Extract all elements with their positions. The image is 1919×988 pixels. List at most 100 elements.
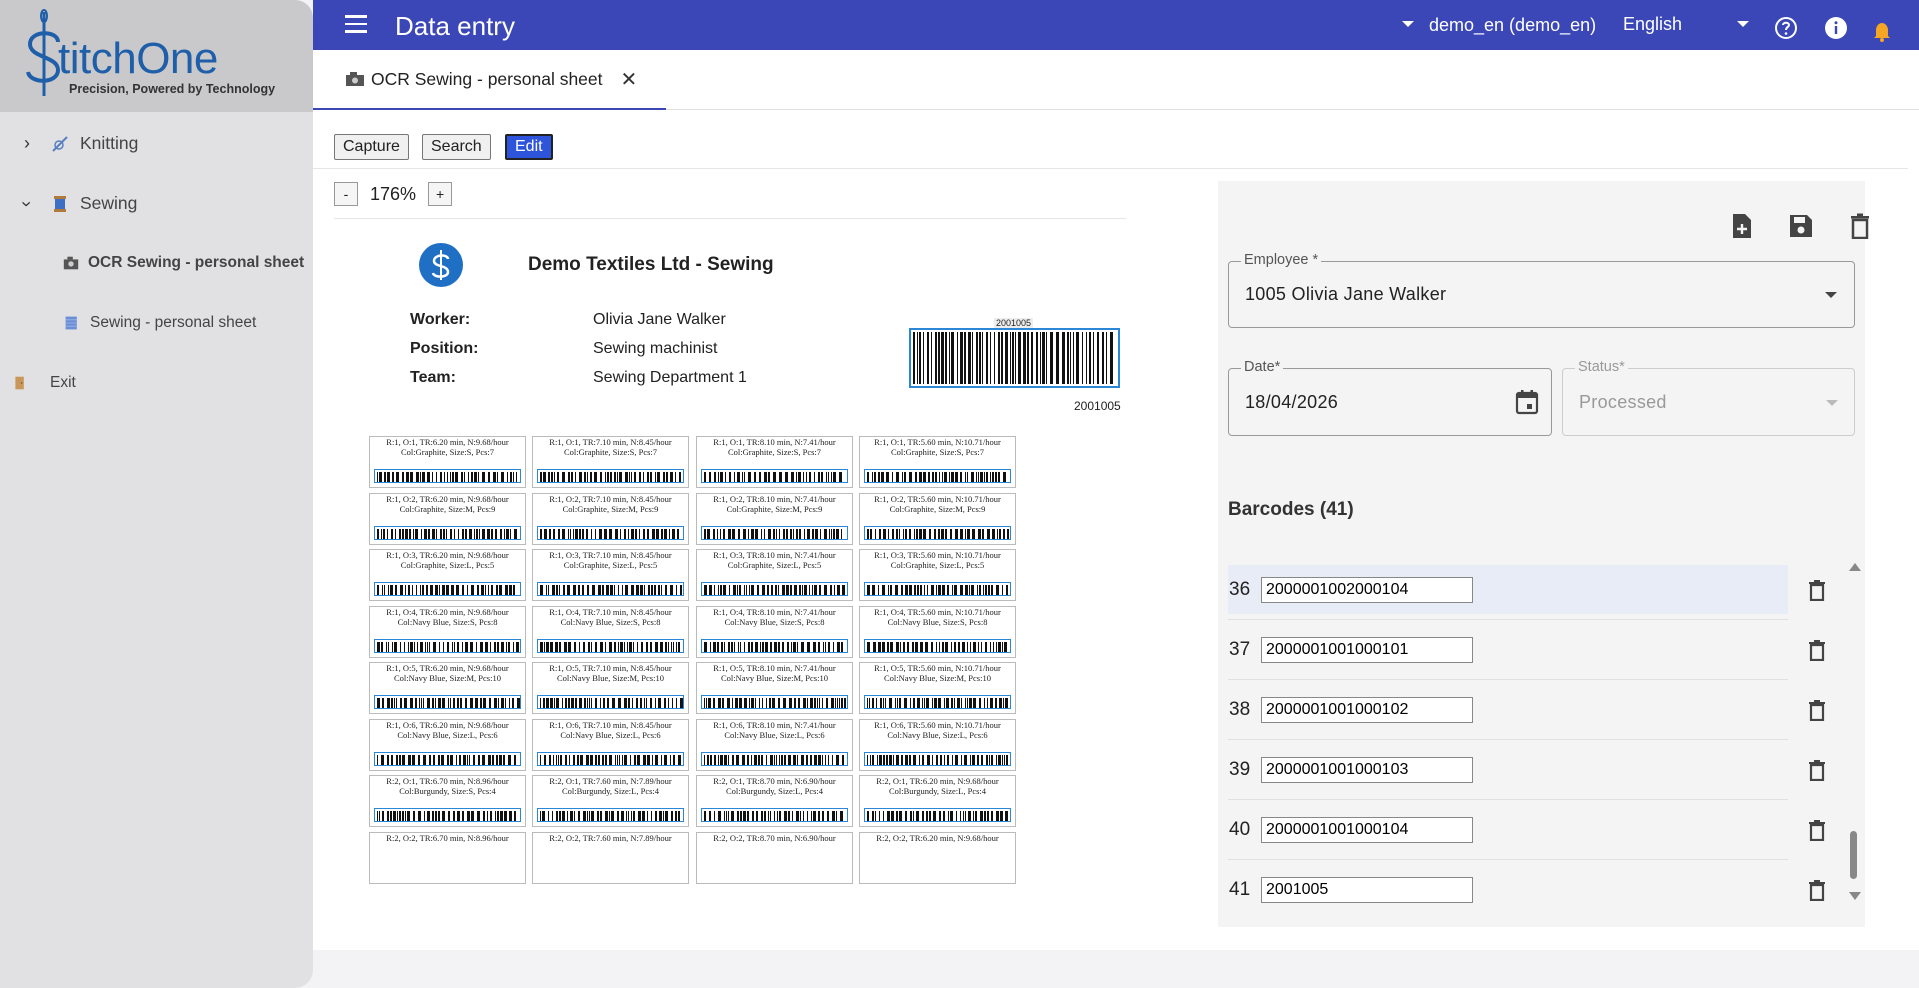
delete-icon[interactable] [1850, 213, 1870, 239]
delete-barcode-icon[interactable] [1808, 579, 1826, 601]
barcode-index: 36 [1229, 578, 1251, 600]
sidebar-item-knitting[interactable]: › Knitting [20, 133, 138, 154]
barcode-top-text: 2001005 [994, 318, 1034, 328]
label-line-2: Col:Graphite, Size:L, Pcs:5 [400, 560, 495, 570]
label-code: 2000001005000101 [370, 711, 525, 713]
info-icon[interactable] [1824, 16, 1848, 40]
scrollbar-thumb[interactable] [1850, 831, 1857, 879]
employee-label: Employee * [1241, 252, 1322, 268]
barcode-label-cell: R:1, O:4, TR:7.10 min, N:8.45/hour Col:Na… [532, 605, 689, 658]
label-barcode [537, 808, 684, 822]
barcode-label-cell: R:1, O:3, TR:6.20 min, N:9.68/hour Col:Gr… [369, 549, 526, 601]
barcode-label-cell: R:1, O:6, TR:5.60 min, N:10.71/hour Col:N… [859, 718, 1016, 771]
status-value: Processed [1579, 392, 1667, 412]
delete-barcode-icon[interactable] [1808, 879, 1826, 901]
delete-barcode-icon[interactable] [1808, 819, 1826, 841]
company-selector[interactable]: demo_en (demo_en) [1429, 15, 1596, 36]
zoom-out-button[interactable]: - [334, 182, 358, 206]
scrollbar[interactable] [1848, 563, 1861, 927]
label-code: 2000001005000104 [860, 711, 1015, 713]
chevron-down-icon[interactable] [1402, 21, 1414, 27]
label-code: 2000001001000101 [370, 485, 525, 487]
document-preview[interactable]: Demo Textiles Ltd - Sewing Worker: Olivi… [334, 218, 1126, 928]
barcode-input[interactable] [1261, 636, 1473, 663]
date-field[interactable]: Date* 18/04/2026 [1228, 359, 1552, 436]
menu-icon[interactable] [345, 15, 367, 38]
label-code: 2000001001000104 [860, 485, 1015, 487]
barcode-input[interactable] [1261, 756, 1473, 783]
barcode-input[interactable] [1261, 876, 1473, 903]
scroll-up-arrow-icon[interactable] [1849, 563, 1861, 571]
zoom-level: 176% [370, 183, 417, 204]
delete-barcode-icon[interactable] [1808, 699, 1826, 721]
delete-barcode-icon[interactable] [1808, 759, 1826, 781]
sidebar-item-exit[interactable]: Exit [14, 373, 76, 393]
chevron-down-icon[interactable] [1737, 21, 1749, 27]
barcode-row: 40 [1228, 805, 1788, 854]
label-code: 2000001002000104 [860, 542, 1015, 544]
barcode-label-cell: R:1, O:1, TR:6.20 min, N:9.68/hour Col:Gr… [369, 436, 526, 488]
barcode-label-cell: R:1, O:6, TR:8.10 min, N:7.41/hour Col:Na… [696, 718, 853, 771]
fabric-icon [65, 316, 77, 330]
label-barcode [864, 638, 1011, 653]
sidebar-item-ocr-sewing[interactable]: OCR Sewing - personal sheet [60, 254, 304, 272]
tab-ocr-sewing[interactable]: OCR Sewing - personal sheet ✕ [313, 50, 666, 110]
label-code: 2000001004000104 [860, 655, 1015, 657]
date-value: 18/04/2026 [1245, 392, 1339, 412]
barcode-label-cell: R:2, O:1, TR:6.20 min, N:9.68/hour Col:Bu… [859, 775, 1016, 827]
label-barcode [374, 695, 521, 709]
edit-button[interactable]: Edit [505, 134, 553, 160]
new-document-icon[interactable] [1731, 213, 1753, 239]
barcode-label-cell: R:1, O:5, TR:8.10 min, N:7.41/hour Col:Na… [696, 662, 853, 714]
barcode-input[interactable] [1261, 576, 1473, 603]
barcode-label-cell: R:1, O:6, TR:6.20 min, N:9.68/hour Col:Na… [369, 718, 526, 771]
label-line-2: Col:Navy Blue, Size:L, Pcs:6 [724, 729, 825, 740]
page-title: Data entry [395, 11, 515, 41]
barcode-input[interactable] [1261, 816, 1473, 843]
barcode-row: 37 [1228, 625, 1788, 674]
delete-barcode-icon[interactable] [1808, 639, 1826, 661]
barcode-label-cell: R:2, O:1, TR:7.60 min, N:7.89/hour Col:Bu… [532, 775, 689, 827]
camera-icon [346, 72, 364, 86]
label-code: 2000001006000103 [697, 768, 852, 770]
label-code: 2000001002000101 [370, 542, 525, 544]
sidebar-item-sewing-personal-sheet[interactable]: Sewing - personal sheet [64, 314, 256, 332]
worker-label: Worker: [410, 311, 471, 328]
label-code: 2000001003000101 [370, 598, 525, 600]
language-selector[interactable]: English [1623, 14, 1682, 35]
label-code: 2000002001000104 [860, 824, 1015, 826]
position-label: Position: [410, 340, 479, 357]
camera-icon [63, 256, 79, 270]
label-barcode [864, 751, 1011, 766]
notification-bell-icon[interactable] [1873, 20, 1891, 42]
label-line-2: Col:Graphite, Size:L, Pcs:5 [727, 560, 822, 570]
company-logo-icon [419, 243, 463, 287]
label-barcode [374, 582, 521, 596]
sidebar-item-sewing[interactable]: › Sewing [18, 193, 138, 214]
row-divider [1228, 799, 1788, 800]
main-content: OCR Sewing - personal sheet ✕ Capture Se… [313, 50, 1919, 950]
help-icon[interactable] [1774, 16, 1798, 40]
barcode-input[interactable] [1261, 696, 1473, 723]
close-icon[interactable]: ✕ [621, 67, 638, 92]
sidebar-item-label: Sewing [80, 193, 138, 213]
scroll-down-arrow-icon[interactable] [1849, 892, 1861, 900]
label-line-2: Col:Graphite, Size:S, Pcs:7 [563, 447, 658, 457]
label-line-2: Col:Navy Blue, Size:M, Pcs:10 [557, 673, 664, 683]
sidebar: titchOne Precision, Powered by Technolog… [0, 0, 313, 988]
employee-select[interactable]: Employee * 1005 Olivia Jane Walker [1228, 252, 1855, 328]
calendar-icon[interactable] [1515, 389, 1539, 415]
barcode-label-cell: R:1, O:4, TR:5.60 min, N:10.71/hour Col:N… [859, 605, 1016, 658]
zoom-in-button[interactable]: + [428, 182, 453, 206]
label-line-2: Col:Burgundy, Size:L, Pcs:4 [725, 786, 824, 796]
door-icon [15, 376, 24, 390]
barcode-label-cell: R:1, O:3, TR:5.60 min, N:10.71/hour Col:G… [859, 549, 1016, 601]
search-button[interactable]: Search [422, 134, 491, 160]
row-divider [1228, 679, 1788, 680]
capture-button[interactable]: Capture [334, 134, 409, 160]
label-line-1: R:2, O:2, TR:8.70 min, N:6.90/hour [713, 832, 836, 843]
barcode-index: 41 [1229, 878, 1251, 900]
save-icon[interactable] [1789, 214, 1813, 238]
barcode-label-cell: R:2, O:2, TR:8.70 min, N:6.90/hour [696, 831, 853, 884]
label-line-1: R:1, O:2, TR:6.20 min, N:9.68/hour [386, 493, 509, 504]
